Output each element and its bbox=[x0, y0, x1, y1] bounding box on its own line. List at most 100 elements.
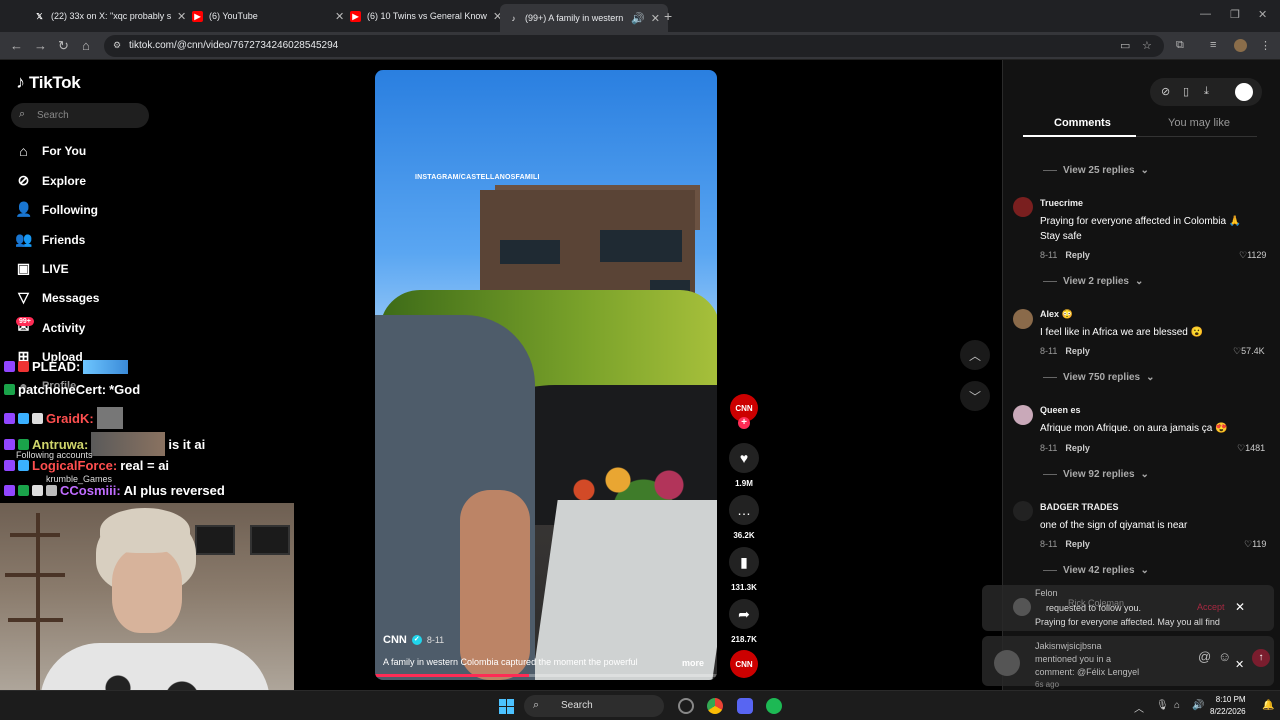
forward-icon[interactable]: → bbox=[34, 38, 47, 53]
window-close-icon[interactable]: ✕ bbox=[1258, 8, 1267, 21]
comment-like[interactable]: ♡1481 bbox=[1237, 443, 1265, 454]
tab-title: (6) 10 Twins vs General Knowle bbox=[367, 11, 487, 21]
send-comment-icon[interactable]: ↑ bbox=[1252, 649, 1270, 667]
sidebar-item-label: LIVE bbox=[42, 261, 69, 276]
reply-button[interactable]: Reply bbox=[1065, 539, 1090, 549]
taskbar-search[interactable]: ⌕ Search bbox=[524, 695, 664, 717]
save-button[interactable]: ▮ bbox=[729, 547, 759, 577]
comment-button[interactable]: … bbox=[729, 495, 759, 525]
reply-button[interactable]: Reply bbox=[1065, 443, 1090, 453]
comment-like[interactable]: ♡1129 bbox=[1239, 250, 1266, 261]
close-icon[interactable]: ✕ bbox=[1235, 600, 1245, 614]
notifications-icon[interactable]: 🔔 bbox=[1262, 700, 1274, 711]
phone-icon[interactable]: ▯ bbox=[1183, 85, 1189, 98]
view-replies-button[interactable]: View 92 replies ⌄ bbox=[1043, 469, 1149, 480]
search-input[interactable]: ⌕ Search bbox=[11, 103, 149, 128]
comment-username[interactable]: Truecrime bbox=[1040, 198, 1083, 208]
tab-comments[interactable]: Comments bbox=[1054, 117, 1111, 129]
comment-avatar[interactable] bbox=[1013, 405, 1033, 425]
follow-request-notification[interactable]: Felon Rick Coleman requested to follow y… bbox=[982, 585, 1274, 631]
sound-avatar[interactable]: CNN bbox=[730, 650, 758, 678]
video-player[interactable]: INSTAGRAM/CASTELLANOSFAMILI CNN ✓ 8-11 A… bbox=[375, 70, 717, 680]
video-date: 8-11 bbox=[426, 635, 445, 645]
volume-icon[interactable]: 🔊 bbox=[1192, 700, 1204, 711]
close-tab-icon[interactable]: ✕ bbox=[651, 12, 660, 25]
extensions-icon[interactable]: ⧉ bbox=[1176, 39, 1184, 52]
reply-button[interactable]: Reply bbox=[1065, 250, 1090, 260]
menu-icon[interactable]: ⋮ bbox=[1260, 39, 1271, 52]
emoji-icon[interactable]: ☺ bbox=[1218, 649, 1231, 664]
share-button[interactable]: ➦ bbox=[729, 599, 759, 629]
bookmark-star-icon[interactable]: ☆ bbox=[1142, 39, 1152, 52]
notification-avatar bbox=[1013, 598, 1031, 616]
tiktok-icon: ♪ bbox=[511, 13, 516, 23]
home-icon[interactable]: ⌂ bbox=[82, 38, 90, 53]
video-author[interactable]: CNN ✓ 8-11 bbox=[383, 634, 444, 646]
browser-tab-youtube-video[interactable]: ▶ (6) 10 Twins vs General Knowle ✕ bbox=[342, 4, 510, 28]
minimize-icon[interactable]: — bbox=[1200, 8, 1211, 20]
speaker-icon[interactable]: 🔊 bbox=[631, 12, 645, 25]
comment-username[interactable]: Queen es bbox=[1040, 405, 1081, 415]
tiktok-logo[interactable]: ♪ TikTok bbox=[16, 72, 81, 93]
sidebar-item-following[interactable]: 👤 Following bbox=[15, 201, 98, 218]
sidebar-item-explore[interactable]: ⊘ Explore bbox=[15, 172, 86, 189]
site-info-icon[interactable]: ⚙ bbox=[113, 40, 121, 51]
comment-avatar[interactable] bbox=[1013, 309, 1033, 329]
back-icon[interactable]: ← bbox=[10, 38, 23, 53]
profile-avatar[interactable] bbox=[1234, 39, 1247, 52]
new-tab-icon[interactable]: + bbox=[664, 8, 672, 24]
view-replies-button[interactable]: View 750 replies ⌄ bbox=[1043, 372, 1154, 383]
spotify-app-icon[interactable] bbox=[766, 698, 782, 714]
browser-tab-youtube[interactable]: ▶ (6) YouTube ✕ bbox=[184, 4, 352, 28]
obs-app-icon[interactable] bbox=[678, 698, 694, 714]
comment-like[interactable]: ♡57.4K bbox=[1233, 346, 1265, 357]
previous-video-button[interactable]: ︿ bbox=[960, 340, 990, 370]
view-replies-button[interactable]: View 25 replies ⌄ bbox=[1043, 165, 1149, 176]
sidebar-item-for-you[interactable]: ⌂ For You bbox=[15, 143, 86, 159]
media-controls-icon[interactable]: ≡ bbox=[1210, 39, 1216, 51]
sidebar-item-messages[interactable]: ▽ Messages bbox=[15, 289, 99, 306]
close-icon[interactable]: ✕ bbox=[1235, 658, 1244, 671]
discord-app-icon[interactable] bbox=[737, 698, 753, 714]
like-button[interactable]: ♥ bbox=[729, 443, 759, 473]
browser-tab-tiktok[interactable]: ♪ (99+) A family in western C 🔊 ✕ bbox=[500, 4, 668, 32]
maximize-icon[interactable]: ❐ bbox=[1230, 8, 1240, 21]
comment-like-count: 1129 bbox=[1247, 250, 1267, 260]
system-clock[interactable]: 8:10 PM 8/22/2026 bbox=[1210, 694, 1246, 718]
start-button[interactable] bbox=[499, 699, 514, 714]
browser-tab-x[interactable]: 𝕏 (22) 33x on X: "xqc probably se ✕ bbox=[26, 4, 194, 28]
mention-notification[interactable]: Jakisnwjsicjbsna mentioned you in a comm… bbox=[982, 636, 1274, 689]
chat-emote bbox=[96, 407, 123, 429]
sidebar-item-friends[interactable]: 👥 Friends bbox=[15, 231, 85, 248]
next-video-button[interactable]: ﹀ bbox=[960, 381, 990, 411]
comment-username[interactable]: BADGER TRADES bbox=[1040, 502, 1119, 512]
comment-text: Praying for everyone affected in Colombi… bbox=[1040, 216, 1242, 242]
chrome-app-icon[interactable] bbox=[707, 698, 723, 714]
url-field[interactable]: ⚙ tiktok.com/@cnn/video/7672734246028545… bbox=[104, 35, 1164, 57]
theme-toggle[interactable] bbox=[1235, 83, 1253, 101]
follow-plus-icon[interactable]: + bbox=[738, 417, 750, 429]
tab-you-may-like[interactable]: You may like bbox=[1168, 117, 1230, 129]
network-icon[interactable]: ⌂ bbox=[1174, 700, 1180, 711]
tray-overflow-icon[interactable]: ︿ bbox=[1134, 700, 1144, 715]
reply-button[interactable]: Reply bbox=[1065, 346, 1090, 356]
comment-like[interactable]: ♡119 bbox=[1244, 539, 1266, 550]
accept-button[interactable]: Accept bbox=[1197, 602, 1225, 612]
sidebar-item-live[interactable]: ▣ LIVE bbox=[15, 260, 69, 277]
microphone-icon[interactable]: 🎙 bbox=[1156, 700, 1169, 711]
reload-icon[interactable]: ↻ bbox=[58, 38, 69, 54]
comment-avatar[interactable] bbox=[1013, 197, 1033, 217]
download-icon[interactable]: ⤓ bbox=[1204, 85, 1209, 98]
chat-message: PLEAD: bbox=[4, 359, 129, 374]
view-replies-button[interactable]: View 42 replies ⌄ bbox=[1043, 565, 1149, 576]
at-mention-icon[interactable]: @ bbox=[1198, 649, 1211, 664]
comment-username[interactable]: Alex 😳 bbox=[1040, 309, 1073, 320]
video-progress-bar[interactable] bbox=[375, 674, 717, 677]
cast-icon[interactable]: ▭ bbox=[1120, 39, 1130, 52]
more-button[interactable]: more bbox=[682, 658, 704, 668]
comment-text: I feel like in Africa we are blessed 😮 bbox=[1040, 327, 1204, 338]
view-replies-button[interactable]: View 2 replies ⌄ bbox=[1043, 276, 1143, 287]
compass-icon[interactable]: ⊘ bbox=[1161, 85, 1170, 98]
author-name[interactable]: CNN bbox=[383, 634, 407, 646]
comment-avatar[interactable] bbox=[1013, 501, 1033, 521]
